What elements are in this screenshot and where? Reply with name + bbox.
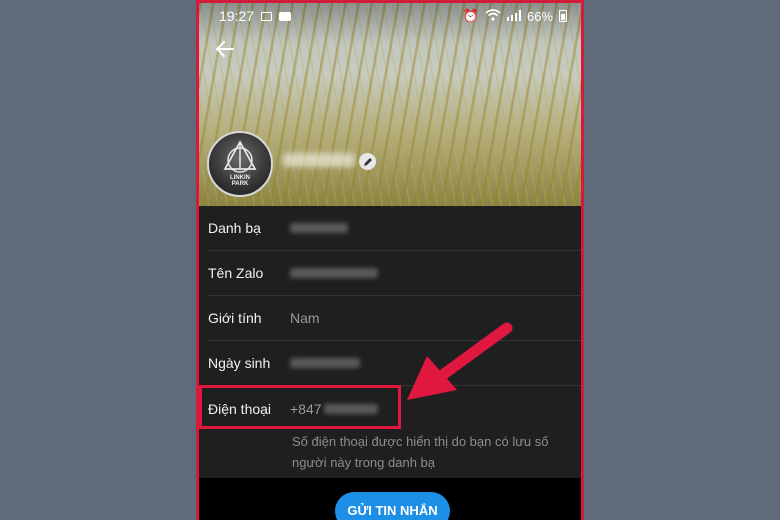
- status-icons: ⏰ 66%: [457, 8, 567, 24]
- info-row-danh-ba: Danh bạ: [208, 206, 581, 251]
- back-arrow-icon[interactable]: [213, 37, 237, 61]
- info-label: Danh bạ: [208, 220, 261, 236]
- info-value: Nam: [290, 310, 320, 326]
- info-row-gioi-tinh: Giới tính Nam: [208, 296, 581, 341]
- info-label: Giới tính: [208, 310, 262, 326]
- battery-icon: [559, 10, 567, 22]
- battery-percent: 66%: [526, 8, 553, 24]
- phone-screen: 19:27 ⏰ 66% LINKIN PARK Danh bạ Tên Zalo…: [196, 0, 584, 520]
- alarm-icon: ⏰: [462, 8, 479, 23]
- edit-name-button[interactable]: [359, 153, 376, 170]
- phone-note: Số điện thoại được hiển thị do bạn có lư…: [292, 434, 549, 470]
- info-label: Ngày sinh: [208, 355, 271, 371]
- profile-name-blurred: [283, 153, 355, 167]
- status-time: 19:27: [219, 8, 255, 24]
- info-row-ngay-sinh: Ngày sinh: [208, 341, 581, 386]
- info-value-blurred: [290, 358, 360, 368]
- wifi-icon: [485, 8, 501, 24]
- contact-info-list: Danh bạ Tên Zalo Giới tính Nam Ngày sinh…: [199, 206, 581, 473]
- avatar[interactable]: LINKIN PARK: [207, 131, 273, 197]
- info-label: Tên Zalo: [208, 265, 264, 281]
- info-row-dien-thoai[interactable]: Điện thoại +847: [199, 385, 581, 431]
- pencil-icon: [363, 157, 372, 166]
- send-message-button[interactable]: GỬI TIN NHẮN: [335, 492, 450, 520]
- info-value-blurred: [290, 223, 348, 233]
- status-bar: 19:27 ⏰ 66%: [199, 3, 581, 29]
- zalo-notification-icon: [279, 11, 292, 21]
- signal-icon: [506, 9, 521, 24]
- phone-number-blurred: [323, 403, 378, 414]
- avatar-logo-text: LINKIN PARK: [230, 175, 250, 187]
- info-value-blurred: [290, 268, 378, 278]
- info-row-ten-zalo: Tên Zalo: [208, 251, 581, 296]
- image-notification-icon: [261, 11, 273, 21]
